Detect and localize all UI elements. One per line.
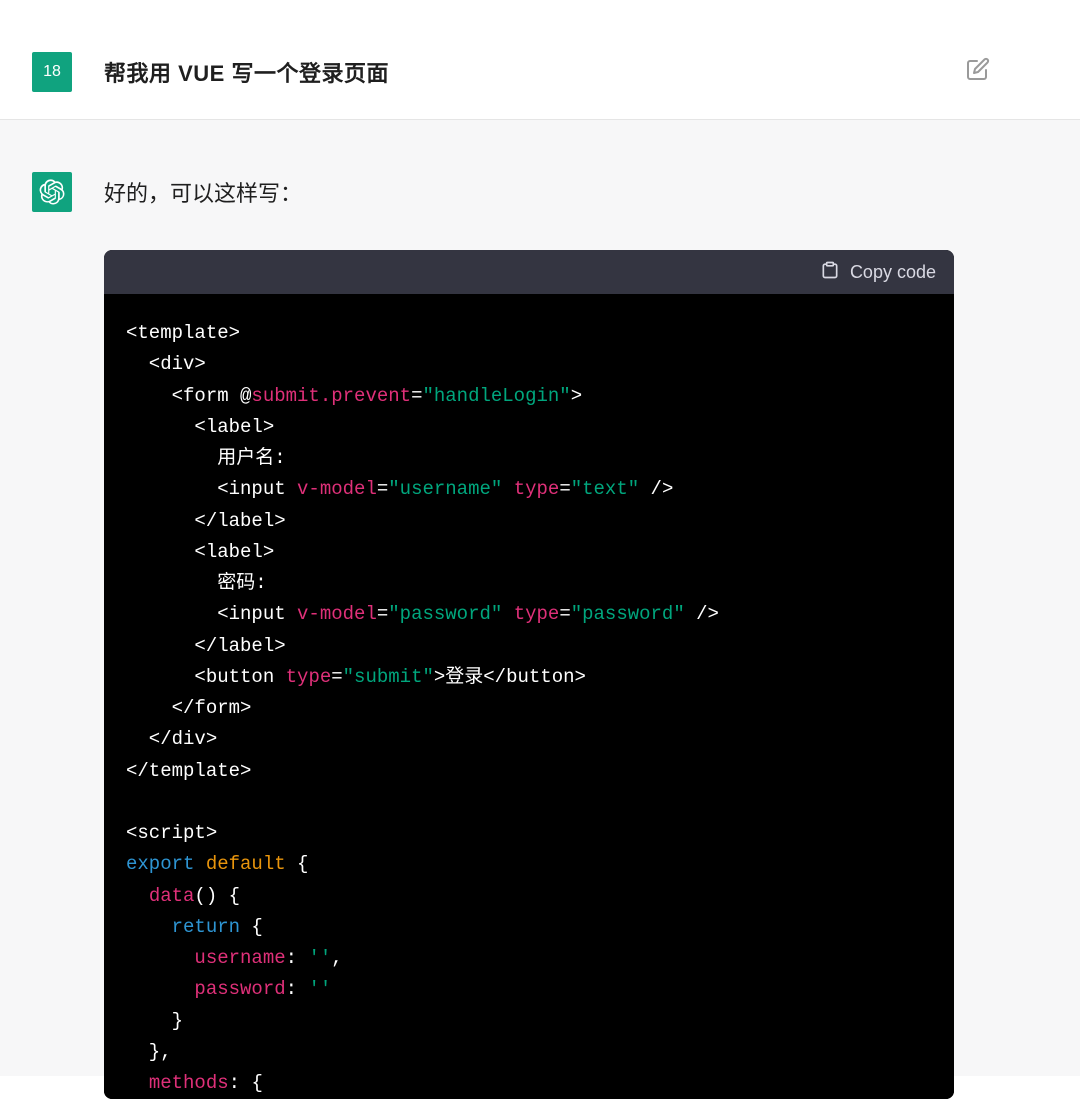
user-prompt-text: 帮我用 VUE 写一个登录页面 [104,56,389,88]
user-message-row: 18 帮我用 VUE 写一个登录页面 [0,0,1080,120]
clipboard-icon [820,260,840,285]
user-avatar: 18 [32,52,72,92]
code-block: Copy code <template> <div> <form @submit… [104,250,954,1099]
user-avatar-number: 18 [43,63,61,81]
code-content[interactable]: <template> <div> <form @submit.prevent="… [104,294,954,1099]
copy-code-label: Copy code [850,262,936,283]
edit-icon[interactable] [966,57,990,86]
assistant-intro-text: 好的，可以这样写： [104,172,954,208]
assistant-body: 好的，可以这样写： Copy code <template> <div> <fo… [104,172,954,1099]
assistant-message-row: 好的，可以这样写： Copy code <template> <div> <fo… [0,120,1080,1076]
code-header: Copy code [104,250,954,294]
copy-code-button[interactable]: Copy code [820,260,936,285]
assistant-avatar [32,172,72,212]
